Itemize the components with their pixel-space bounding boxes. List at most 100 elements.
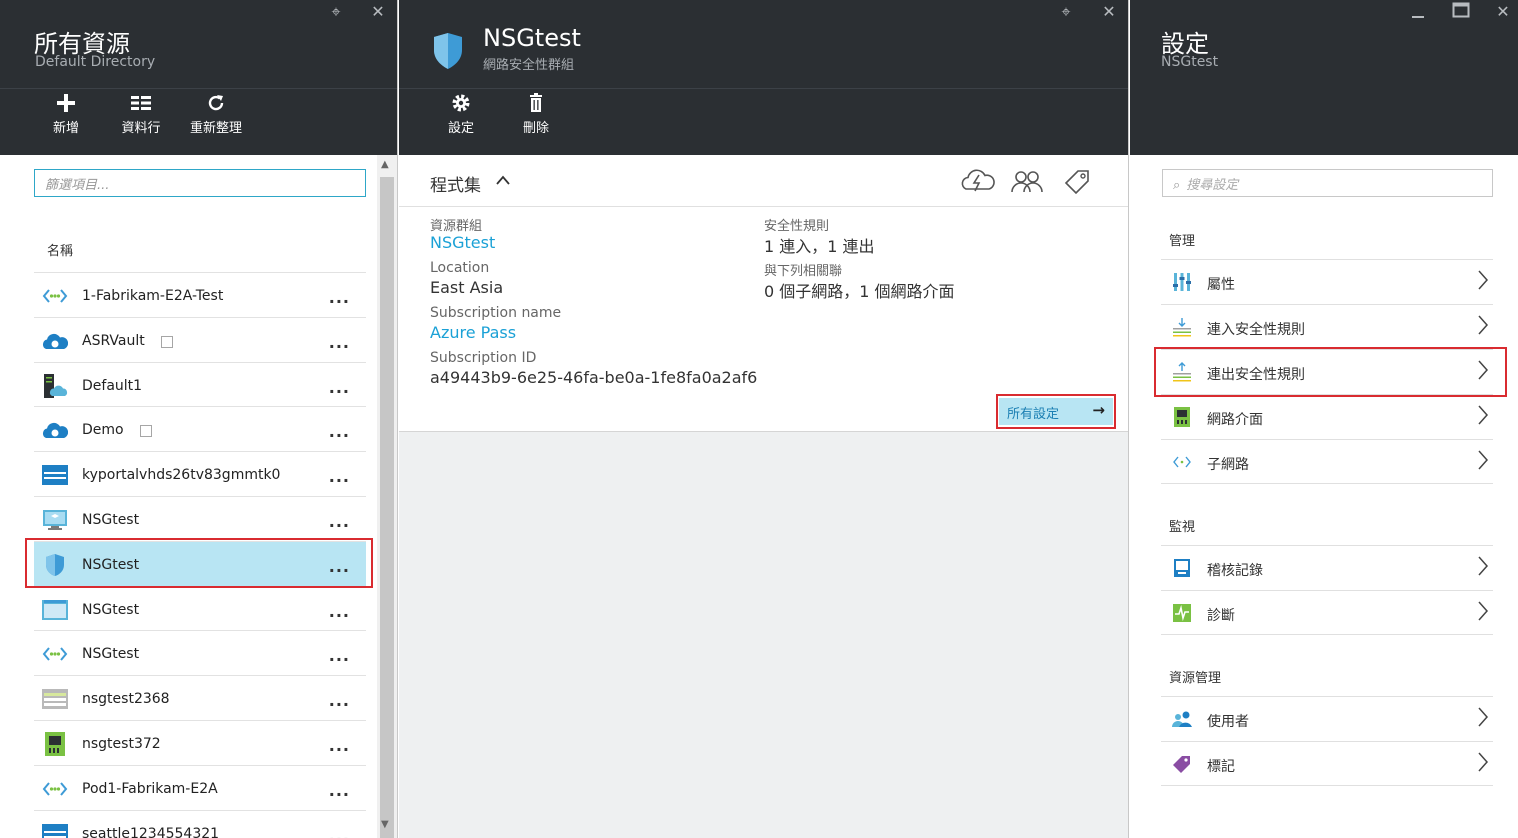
blade-settings: ✕ 設定 NSGtest ⌕ 搜尋設定 管理 屬性 連入安全性規則 連出安全性規則…	[1130, 0, 1518, 838]
search-placeholder: 搜尋設定	[1186, 178, 1239, 193]
settings-item-properties[interactable]: 屬性	[1161, 259, 1493, 304]
refresh-label: 重新整理	[189, 121, 242, 136]
settings-item-diagnostics[interactable]: 診斷	[1161, 590, 1493, 635]
more-menu[interactable]: ...	[329, 781, 350, 800]
resource-row[interactable]: Pod1-Fabrikam-E2A ...	[34, 764, 366, 810]
virtual-network-icon	[42, 284, 68, 308]
resource-name: NSGtest	[82, 511, 140, 528]
users-icon	[1172, 709, 1192, 729]
resource-row[interactable]: NSGtest ...	[34, 495, 366, 541]
pin-icon[interactable]: ⌖	[326, 2, 346, 22]
more-menu[interactable]: ...	[329, 422, 350, 441]
shield-icon	[432, 32, 464, 74]
resource-row[interactable]: NSGtest ...	[34, 630, 366, 675]
close-icon[interactable]: ✕	[368, 2, 388, 21]
external-link-icon[interactable]	[161, 335, 173, 348]
scroll-up-icon[interactable]: ▲	[381, 159, 389, 170]
resource-list: 1-Fabrikam-E2A-Test ... ASRVault ... Def…	[34, 272, 366, 838]
more-menu[interactable]: ...	[329, 512, 350, 531]
server-farm-icon	[42, 373, 68, 398]
resource-row[interactable]: NSGtest ...	[34, 585, 366, 631]
resource-group-link[interactable]: NSGtest	[430, 233, 495, 252]
chevron-up-icon[interactable]	[495, 168, 511, 197]
settings-item-outbound-rules[interactable]: 連出安全性規則	[1161, 349, 1493, 394]
refresh-button[interactable]: 重新整理	[181, 92, 251, 136]
columns-icon	[106, 92, 176, 114]
settings-item-users[interactable]: 使用者	[1161, 696, 1493, 741]
storage-account-icon	[42, 822, 68, 838]
all-settings-button[interactable]: 所有設定 →	[999, 398, 1113, 425]
all-settings-label: 所有設定	[1007, 407, 1060, 422]
search-settings-input[interactable]: ⌕ 搜尋設定	[1162, 169, 1493, 197]
close-icon[interactable]: ✕	[1493, 2, 1513, 21]
scrollbar-thumb[interactable]	[380, 177, 394, 838]
more-menu[interactable]: ...	[329, 736, 350, 755]
network-interface-icon	[1172, 407, 1192, 427]
inbound-rules-icon	[1172, 317, 1192, 337]
settings-item-subnets[interactable]: 子網路	[1161, 439, 1493, 484]
column-header-name[interactable]: 名稱	[47, 240, 73, 259]
resource-row[interactable]: kyportalvhds26tv83gmmtk0 ...	[34, 451, 366, 496]
settings-item-audit-logs[interactable]: 稽核記錄	[1161, 545, 1493, 590]
resource-row[interactable]: seattle1234554321 ...	[34, 809, 366, 838]
users-icon[interactable]	[1011, 168, 1043, 199]
settings-item-network-interfaces[interactable]: 網路介面	[1161, 394, 1493, 439]
list-scrollbar[interactable]: ▲ ▼	[377, 155, 397, 838]
security-rules-label: 安全性規則	[764, 219, 830, 234]
scroll-down-icon[interactable]: ▼	[381, 819, 389, 830]
cloud-vault-icon	[42, 418, 69, 442]
storage-account-icon	[42, 687, 68, 711]
more-menu[interactable]: ...	[329, 467, 350, 486]
essentials-title[interactable]: 程式集	[430, 171, 481, 196]
maximize-icon[interactable]	[1451, 2, 1471, 22]
filter-input[interactable]: 篩選項目...	[34, 169, 366, 197]
properties-icon	[1172, 272, 1192, 292]
settings-item-tags[interactable]: 標記	[1161, 741, 1493, 786]
resource-row[interactable]: Demo ...	[34, 406, 366, 451]
pin-icon[interactable]: ⌖	[1056, 2, 1076, 22]
cloud-lightning-icon[interactable]	[960, 168, 996, 199]
columns-button[interactable]: 資料行	[106, 92, 176, 136]
refresh-icon	[181, 92, 251, 114]
virtual-network-icon	[42, 642, 68, 666]
settings-button[interactable]: 設定	[426, 92, 496, 136]
more-menu[interactable]: ...	[329, 333, 350, 352]
subscription-name-link[interactable]: Azure Pass	[430, 323, 516, 342]
resource-row[interactable]: nsgtest2368 ...	[34, 675, 366, 720]
section-title-manage: 管理	[1169, 234, 1196, 249]
resource-row[interactable]: nsgtest372 ...	[34, 719, 366, 765]
settings-item-inbound-rules[interactable]: 連入安全性規則	[1161, 304, 1493, 349]
resource-row[interactable]: Default1 ...	[34, 361, 366, 407]
external-link-icon[interactable]	[140, 425, 152, 438]
more-menu[interactable]: ...	[329, 602, 350, 621]
minimize-icon[interactable]	[1408, 4, 1428, 24]
virtual-network-icon	[42, 777, 68, 801]
chevron-right-icon	[1477, 359, 1489, 386]
resource-row[interactable]: 1-Fabrikam-E2A-Test ...	[34, 272, 366, 317]
add-button[interactable]: 新增	[31, 92, 101, 136]
more-menu[interactable]: ...	[329, 557, 350, 576]
resource-row[interactable]: ASRVault ...	[34, 316, 366, 362]
more-menu[interactable]: ...	[329, 288, 350, 307]
outbound-rules-icon	[1172, 362, 1192, 382]
close-icon[interactable]: ✕	[1099, 2, 1119, 21]
resource-name: kyportalvhds26tv83gmmtk0	[82, 467, 281, 484]
subscription-id-label: Subscription ID	[430, 350, 537, 366]
subnet-icon	[1172, 452, 1192, 472]
more-menu[interactable]: ...	[329, 646, 350, 665]
delete-button[interactable]: 刪除	[501, 92, 571, 136]
blade-empty-area	[399, 431, 1128, 838]
settings-item-label: 連出安全性規則	[1207, 367, 1305, 383]
more-menu[interactable]: ...	[329, 691, 350, 710]
more-menu[interactable]: ...	[329, 378, 350, 397]
resource-name: ASRVault	[82, 332, 145, 349]
more-menu[interactable]: ...	[329, 826, 350, 838]
tag-icon[interactable]	[1063, 168, 1091, 201]
blade-header: ⌖ ✕ NSGtest 網路安全性群組 設定 刪除	[399, 0, 1128, 155]
trash-icon	[501, 92, 571, 114]
public-ip-icon	[42, 598, 68, 622]
tag-icon	[1172, 754, 1192, 774]
columns-label: 資料行	[121, 121, 161, 136]
resource-name: NSGtest	[82, 646, 140, 663]
resource-row-selected[interactable]: NSGtest ...	[34, 540, 366, 586]
